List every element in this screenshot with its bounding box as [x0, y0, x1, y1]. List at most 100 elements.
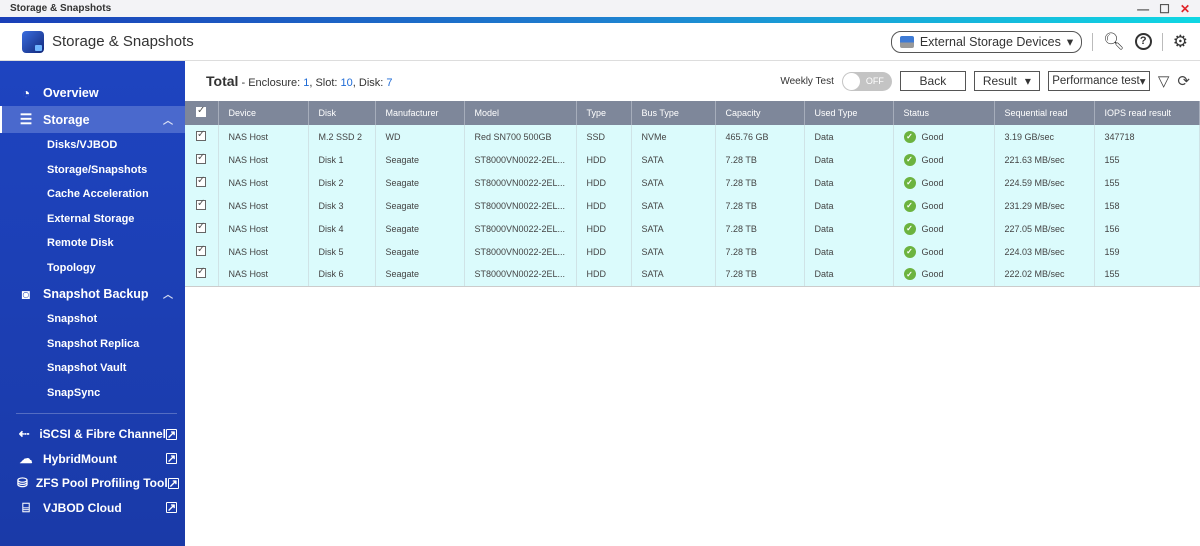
checkbox-icon[interactable] — [196, 129, 206, 141]
select-all-checkbox[interactable] — [185, 101, 219, 125]
weekly-test-toggle[interactable]: OFF — [841, 71, 892, 91]
refresh-icon[interactable]: ⟳ — [1177, 72, 1190, 90]
row-checkbox[interactable] — [185, 240, 219, 263]
cell-status: ✓ Good — [893, 240, 995, 263]
external-link-icon[interactable]: ↗ — [166, 453, 177, 465]
cell-manufacturer: Seagate — [375, 263, 465, 287]
row-checkbox[interactable] — [185, 263, 219, 287]
cell-iops-read-result: 159 — [1094, 240, 1200, 263]
checkbox-icon[interactable] — [196, 105, 206, 117]
table-header-row: DeviceDiskManufacturerModelTypeBus TypeC… — [185, 101, 1200, 125]
cell-manufacturer: Seagate — [375, 148, 465, 171]
toggle-state: OFF — [865, 75, 884, 86]
column-header[interactable]: Model — [464, 101, 577, 125]
sidebar-item-storage[interactable]: ☰ Storage ︿ — [0, 106, 185, 133]
cell-used-type: Data — [804, 148, 894, 171]
cell-model: Red SN700 500GB — [464, 125, 577, 148]
sidebar-item-disks-vjbod[interactable]: Disks/VJBOD — [0, 133, 185, 158]
sidebar-item-remote-disk[interactable]: Remote Disk — [0, 231, 185, 256]
cell-capacity: 465.76 GB — [715, 125, 805, 148]
sidebar-item-zfs-profiling[interactable]: ⛁ ZFS Pool Profiling Tool ↗ — [0, 471, 185, 496]
cell-model: ST8000VN0022-2EL... — [464, 263, 577, 287]
table-row[interactable]: NAS HostDisk 4SeagateST8000VN0022-2EL...… — [185, 217, 1200, 240]
sidebar-item-snapshot-backup[interactable]: ◙ Snapshot Backup ︿ — [0, 280, 185, 307]
sidebar-item-vjbod-cloud[interactable]: ⌸ VJBOD Cloud ↗ — [0, 496, 185, 521]
external-link-icon[interactable]: ↗ — [166, 428, 177, 441]
cell-iops-read-result: 156 — [1094, 217, 1200, 240]
table-row[interactable]: NAS HostDisk 5SeagateST8000VN0022-2EL...… — [185, 240, 1200, 263]
table-row[interactable]: NAS HostDisk 2SeagateST8000VN0022-2EL...… — [185, 171, 1200, 194]
sidebar-item-topology[interactable]: Topology — [0, 256, 185, 281]
column-header[interactable]: Manufacturer — [375, 101, 465, 125]
sidebar-item-cache-acceleration[interactable]: Cache Acceleration — [0, 182, 185, 207]
sidebar-item-label: HybridMount — [43, 451, 117, 466]
external-storage-devices-dropdown[interactable]: External Storage Devices ▾ — [890, 30, 1083, 53]
row-checkbox[interactable] — [185, 148, 219, 171]
chevron-up-icon[interactable]: ︿ — [163, 112, 173, 127]
sidebar-item-external-storage[interactable]: External Storage — [0, 207, 185, 232]
cell-capacity: 7.28 TB — [715, 217, 805, 240]
row-checkbox[interactable] — [185, 171, 219, 194]
checkbox-icon[interactable] — [196, 221, 206, 233]
column-header[interactable]: IOPS read result — [1094, 101, 1200, 125]
sidebar-item-storage-snapshots[interactable]: Storage/Snapshots — [0, 158, 185, 183]
cell-type: SSD — [576, 125, 632, 148]
table-row[interactable]: NAS HostDisk 6SeagateST8000VN0022-2EL...… — [185, 263, 1200, 287]
sidebar-item-snapshot-replica[interactable]: Snapshot Replica — [0, 332, 185, 357]
table-row[interactable]: NAS HostDisk 1SeagateST8000VN0022-2EL...… — [185, 148, 1200, 171]
status-text: Good — [921, 246, 944, 257]
row-checkbox[interactable] — [185, 217, 219, 240]
row-checkbox[interactable] — [185, 125, 219, 148]
column-header[interactable]: Used Type — [804, 101, 894, 125]
cell-iops-read-result: 155 — [1094, 148, 1200, 171]
camera-icon: ◙ — [21, 285, 31, 302]
filter-icon[interactable]: ▽ — [1158, 72, 1170, 90]
checkbox-icon[interactable] — [196, 244, 206, 256]
help-icon[interactable]: ? — [1134, 33, 1152, 50]
column-header[interactable]: Capacity — [715, 101, 805, 125]
checkbox-icon[interactable] — [196, 175, 206, 187]
status-text: Good — [921, 223, 944, 234]
column-header[interactable]: Disk — [308, 101, 376, 125]
column-header[interactable]: Type — [576, 101, 632, 125]
gear-icon[interactable]: ⚙ — [1173, 33, 1188, 50]
checkbox-icon[interactable] — [196, 198, 206, 210]
smart-search-icon[interactable]: 🔍︎ — [1103, 33, 1125, 50]
sidebar-item-overview[interactable]: ◔ Overview — [0, 79, 185, 106]
column-header[interactable]: Status — [893, 101, 995, 125]
checkbox-icon[interactable] — [196, 152, 206, 164]
maximize-button[interactable]: ☐ — [1159, 3, 1170, 15]
external-link-icon[interactable]: ↗ — [167, 477, 179, 490]
cell-model: ST8000VN0022-2EL... — [464, 194, 577, 217]
sidebar-item-iscsi[interactable]: ⇠ iSCSI & Fibre Channel ↗ — [0, 422, 185, 447]
cell-capacity: 7.28 TB — [715, 171, 805, 194]
cell-used-type: Data — [804, 125, 894, 148]
close-button[interactable]: ✕ — [1180, 3, 1190, 15]
cell-sequential-read: 227.05 MB/sec — [994, 217, 1095, 240]
checkbox-icon[interactable] — [196, 266, 206, 279]
performance-test-dropdown[interactable]: Performance test ▾ — [1047, 71, 1150, 91]
vjbod-icon: ⌸ — [22, 499, 30, 515]
back-button[interactable]: Back — [899, 71, 966, 91]
chevron-up-icon[interactable]: ︿ — [163, 286, 173, 301]
external-link-icon[interactable]: ↗ — [166, 502, 177, 514]
check-circle-icon: ✓ — [903, 268, 916, 281]
result-dropdown[interactable]: Result ▾ — [973, 71, 1040, 91]
cell-disk: Disk 5 — [308, 240, 376, 263]
sidebar-item-snapsync[interactable]: SnapSync — [0, 381, 185, 406]
row-checkbox[interactable] — [185, 194, 219, 217]
table-row[interactable]: NAS HostM.2 SSD 2WDRed SN700 500GBSSDNVM… — [185, 125, 1200, 148]
sidebar-item-snapshot-vault[interactable]: Snapshot Vault — [0, 356, 185, 381]
sidebar-item-snapshot[interactable]: Snapshot — [0, 307, 185, 332]
column-header[interactable]: Device — [218, 101, 309, 125]
pool-icon: ⛁ — [17, 475, 28, 491]
table-row[interactable]: NAS HostDisk 3SeagateST8000VN0022-2EL...… — [185, 194, 1200, 217]
column-header[interactable]: Sequential read — [994, 101, 1095, 125]
performance-test-label: Performance test — [1052, 75, 1140, 87]
cell-manufacturer: Seagate — [375, 171, 465, 194]
sidebar-item-hybridmount[interactable]: ☁ HybridMount ↗ — [0, 447, 185, 472]
column-header[interactable]: Bus Type — [631, 101, 716, 125]
slot-label: , Slot: — [309, 77, 341, 89]
minimize-button[interactable]: — — [1137, 3, 1149, 15]
sidebar-item-label: Storage — [43, 112, 90, 127]
